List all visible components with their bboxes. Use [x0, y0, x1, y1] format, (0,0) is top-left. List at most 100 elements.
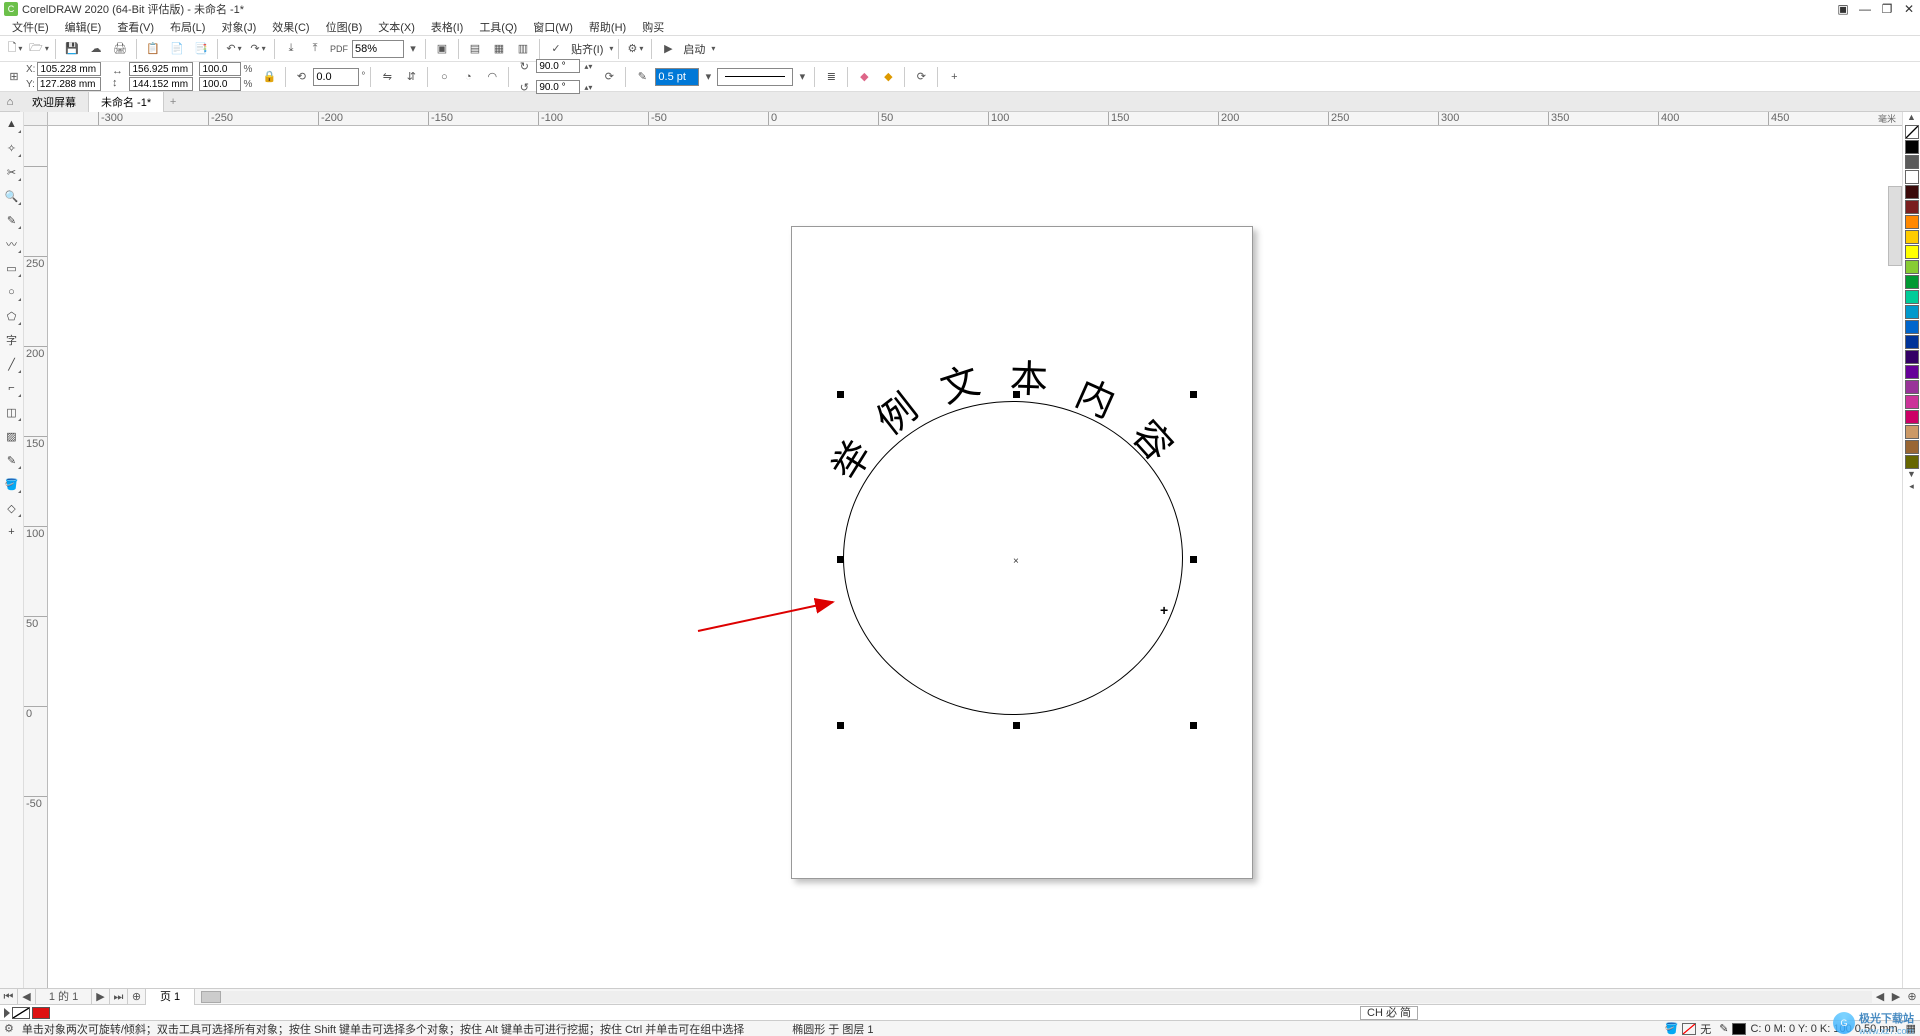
freehand-tool[interactable]: ✎ — [2, 210, 22, 230]
menu-object[interactable]: 对象(J) — [213, 19, 264, 35]
fill-red-swatch[interactable] — [32, 1007, 50, 1019]
palette-none-swatch[interactable] — [1905, 125, 1919, 139]
selection-handle-w[interactable] — [837, 556, 844, 563]
text-tool[interactable]: 字 — [2, 330, 22, 350]
ellipse-tool[interactable]: ○ — [2, 282, 22, 302]
outline-width-dropdown[interactable]: ▾ — [701, 66, 715, 88]
selection-handle-e[interactable] — [1190, 556, 1197, 563]
x-input[interactable] — [37, 62, 101, 76]
scale-x-input[interactable] — [199, 62, 241, 76]
palette-swatch[interactable] — [1905, 275, 1919, 289]
mirror-v-button[interactable]: ⇵ — [400, 66, 422, 88]
fill-none-swatch[interactable] — [12, 1007, 30, 1019]
status-gear-icon[interactable]: ⚙ — [4, 1022, 14, 1035]
lock-ratio-button[interactable]: 🔒 — [258, 66, 280, 88]
menu-table[interactable]: 表格(I) — [423, 19, 471, 35]
palette-swatch[interactable] — [1905, 245, 1919, 259]
width-input[interactable] — [129, 62, 193, 76]
zoom-tool[interactable]: 🔍 — [2, 186, 22, 206]
palette-swatch[interactable] — [1905, 230, 1919, 244]
mirror-h-button[interactable]: ⇋ — [376, 66, 398, 88]
fullscreen-button[interactable]: ▣ — [431, 38, 453, 60]
menu-bitmaps[interactable]: 位图(B) — [318, 19, 371, 35]
copy-button[interactable]: 📋 — [142, 38, 164, 60]
add-tool-button[interactable]: + — [2, 522, 22, 542]
launch-label[interactable]: 启动 — [681, 41, 707, 57]
open-button[interactable]: 🗁▾ — [28, 38, 50, 60]
snap-label[interactable]: 贴齐(I) — [569, 41, 605, 57]
page-last-button[interactable]: ⏭ — [110, 989, 128, 1005]
print-button[interactable]: 🖨 — [109, 38, 131, 60]
maximize-button[interactable]: ❐ — [1876, 2, 1898, 16]
new-doc-button[interactable]: 🗋▾ — [4, 38, 26, 60]
palette-swatch[interactable] — [1905, 185, 1919, 199]
selection-handle-se[interactable] — [1190, 722, 1197, 729]
menu-tools[interactable]: 工具(Q) — [471, 19, 525, 35]
angle-stepper[interactable]: ▴▾ — [582, 62, 592, 71]
palette-swatch[interactable] — [1905, 380, 1919, 394]
y-input[interactable] — [37, 77, 101, 91]
scale-y-input[interactable] — [199, 77, 241, 91]
palette-up-button[interactable]: ▲ — [1905, 112, 1919, 124]
convert-curves-button[interactable]: ⟳ — [910, 66, 932, 88]
undo-button[interactable]: ↶▾ — [223, 38, 245, 60]
wrap-text-button[interactable]: ≣ — [820, 66, 842, 88]
shape-tool[interactable]: ✧ — [2, 138, 22, 158]
tab-welcome[interactable]: 欢迎屏幕 — [20, 92, 89, 112]
artistic-media-tool[interactable]: 〰 — [2, 234, 22, 254]
outline-tool[interactable]: ◇ — [2, 498, 22, 518]
import-button[interactable]: ⤓ — [280, 38, 302, 60]
selection-handle-nw[interactable] — [837, 391, 844, 398]
selection-handle-sw[interactable] — [837, 722, 844, 729]
rectangle-tool[interactable]: ▭ — [2, 258, 22, 278]
redo-button[interactable]: ↷▾ — [247, 38, 269, 60]
ellipse-shape-button[interactable]: ○ — [433, 66, 455, 88]
fill-tool[interactable]: 🪣 — [2, 474, 22, 494]
menu-help[interactable]: 帮助(H) — [581, 19, 634, 35]
angle-stepper[interactable]: ▴▾ — [582, 83, 592, 92]
palette-swatch[interactable] — [1905, 260, 1919, 274]
height-input[interactable] — [129, 77, 193, 91]
grid-button[interactable]: ▦ — [488, 38, 510, 60]
menu-effects[interactable]: 效果(C) — [264, 19, 317, 35]
zoom-input[interactable] — [352, 40, 404, 58]
pick-tool[interactable]: ▲ — [2, 114, 22, 134]
palette-swatch[interactable] — [1905, 155, 1919, 169]
palette-swatch[interactable] — [1905, 140, 1919, 154]
paste-button[interactable]: 📄 — [166, 38, 188, 60]
menu-file[interactable]: 文件(E) — [4, 19, 57, 35]
palette-swatch[interactable] — [1905, 425, 1919, 439]
menu-layout[interactable]: 布局(L) — [162, 19, 213, 35]
palette-swatch[interactable] — [1905, 215, 1919, 229]
palette-swatch[interactable] — [1905, 395, 1919, 409]
status-fill-indicator[interactable]: 🪣 无 — [1665, 1021, 1712, 1036]
selection-handle-n[interactable] — [1013, 391, 1020, 398]
page-next-button[interactable]: ▶ — [92, 989, 110, 1005]
hscroll-left[interactable]: ◀ — [1872, 990, 1888, 1003]
close-button[interactable]: ✕ — [1898, 2, 1920, 16]
page-tab[interactable]: 页 1 — [146, 989, 195, 1005]
pdf-button[interactable]: PDF — [328, 38, 350, 60]
color-flyout-button[interactable] — [4, 1008, 10, 1018]
palette-swatch[interactable] — [1905, 320, 1919, 334]
clipboard-button[interactable]: 📑 — [190, 38, 212, 60]
page-prev-button[interactable]: ◀ — [18, 989, 36, 1005]
outline-style-arrow[interactable]: ▾ — [795, 66, 809, 88]
launch-icon[interactable]: ▶ — [657, 38, 679, 60]
ruler-origin[interactable] — [24, 112, 48, 126]
palette-swatch[interactable] — [1905, 440, 1919, 454]
selection-handle-ne[interactable] — [1190, 391, 1197, 398]
palette-swatch[interactable] — [1905, 305, 1919, 319]
connector-tool[interactable]: ⌐ — [2, 378, 22, 398]
zoom-dropdown[interactable]: ▾ — [406, 38, 420, 60]
end-angle-input[interactable] — [536, 80, 580, 94]
outline-style-dropdown[interactable] — [717, 68, 793, 86]
layout-toggle-icon[interactable]: ▣ — [1832, 2, 1854, 16]
menu-window[interactable]: 窗口(W) — [525, 19, 581, 35]
hscroll-right[interactable]: ▶ — [1888, 990, 1904, 1003]
menu-buy[interactable]: 购买 — [634, 19, 672, 35]
palette-swatch[interactable] — [1905, 335, 1919, 349]
horizontal-scrollbar[interactable] — [201, 991, 1872, 1003]
hscroll-options[interactable]: ⊕ — [1904, 990, 1920, 1003]
palette-down-button[interactable]: ▼ — [1905, 469, 1919, 481]
